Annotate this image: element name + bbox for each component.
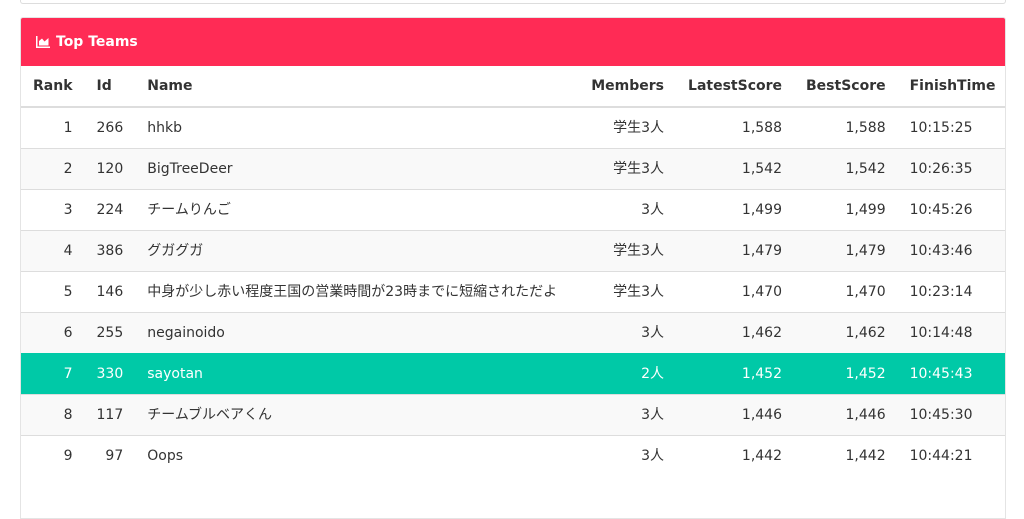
cell-best-score: 1,446	[794, 394, 898, 436]
area-chart-icon	[36, 36, 50, 48]
cell-rank: 1	[21, 106, 85, 149]
cell-finish-time: 10:44:21	[897, 435, 1005, 476]
cell-name: 中身が少し赤い程度王国の営業時間が23時までに短縮されただよ	[135, 271, 580, 313]
cell-name: チームりんご	[135, 189, 580, 231]
cell-finish-time: 10:45:43	[897, 353, 1005, 395]
cell-best-score: 1,588	[794, 106, 898, 149]
team-name: 中身が少し赤い程度王国の営業時間が23時までに短縮されただよ	[147, 284, 558, 300]
team-name: sayotan	[147, 366, 203, 382]
cell-name: sayotan	[135, 353, 580, 395]
cell-finish-time: 10:15:25	[897, 106, 1005, 149]
cell-id: 146	[84, 271, 136, 313]
cell-latest-score: 1,479	[676, 230, 795, 272]
table-row: 6 255 negainoido 3人 1,462 1,462 10:14:48	[21, 312, 1005, 354]
cell-name: negainoido	[135, 312, 580, 354]
cell-rank: 5	[21, 271, 85, 313]
team-name: BigTreeDeer	[147, 161, 233, 177]
cell-latest-score: 1,446	[676, 394, 795, 436]
cell-best-score: 1,462	[794, 312, 898, 354]
header-best-score: BestScore	[794, 66, 898, 108]
previous-panel-edge	[20, 0, 1006, 4]
header-name: Name	[135, 66, 580, 108]
table-row: 4 386 グガグガ 学生3人 1,479 1,479 10:43:46	[21, 230, 1005, 272]
cell-best-score: 1,470	[794, 271, 898, 313]
panel-heading: Top Teams	[21, 18, 1005, 66]
cell-name: Oops	[135, 435, 580, 476]
header-id: Id	[84, 66, 136, 108]
cell-rank: 2	[21, 148, 85, 190]
table-row: 3 224 チームりんご 3人 1,499 1,499 10:45:26	[21, 189, 1005, 231]
cell-members: 3人	[579, 394, 677, 436]
cell-best-score: 1,542	[794, 148, 898, 190]
cell-latest-score: 1,462	[676, 312, 795, 354]
table-header-row: Rank Id Name Members LatestScore BestSco…	[21, 66, 1005, 108]
cell-name: hhkb	[135, 106, 580, 149]
header-latest-score: LatestScore	[676, 66, 795, 108]
cell-best-score: 1,479	[794, 230, 898, 272]
cell-latest-score: 1,542	[676, 148, 795, 190]
cell-id: 117	[84, 394, 136, 436]
table-row: 8 117 チームブルベアくん 3人 1,446 1,446 10:45:30	[21, 394, 1005, 436]
table-row: 1 266 hhkb 学生3人 1,588 1,588 10:15:25	[21, 106, 1005, 149]
cell-name: チームブルベアくん	[135, 394, 580, 436]
header-finish-time: FinishTime	[897, 66, 1005, 108]
cell-id: 97	[84, 435, 136, 476]
cell-rank: 7	[21, 353, 85, 395]
cell-name: BigTreeDeer	[135, 148, 580, 190]
header-members: Members	[579, 66, 677, 108]
cell-finish-time: 10:45:30	[897, 394, 1005, 436]
cell-latest-score: 1,499	[676, 189, 795, 231]
cell-rank: 3	[21, 189, 85, 231]
cell-members: 3人	[579, 189, 677, 231]
cell-id: 120	[84, 148, 136, 190]
cell-best-score: 1,499	[794, 189, 898, 231]
cell-id: 266	[84, 106, 136, 149]
cell-rank: 6	[21, 312, 85, 354]
cell-finish-time: 10:45:26	[897, 189, 1005, 231]
cell-members: 2人	[579, 353, 677, 395]
panel-title: Top Teams	[56, 34, 138, 50]
team-name: hhkb	[147, 120, 182, 136]
cell-latest-score: 1,442	[676, 435, 795, 476]
table-row: 7 330 sayotan 2人 1,452 1,452 10:45:43	[21, 353, 1005, 395]
cell-rank: 9	[21, 435, 85, 476]
header-rank: Rank	[21, 66, 85, 108]
team-name: negainoido	[147, 325, 225, 341]
cell-latest-score: 1,470	[676, 271, 795, 313]
cell-id: 330	[84, 353, 136, 395]
cell-finish-time: 10:43:46	[897, 230, 1005, 272]
cell-rank: 8	[21, 394, 85, 436]
cell-finish-time: 10:14:48	[897, 312, 1005, 354]
table-row: 9 97 Oops 3人 1,442 1,442 10:44:21	[21, 435, 1005, 476]
cell-latest-score: 1,452	[676, 353, 795, 395]
cell-id: 386	[84, 230, 136, 272]
team-name: グガグガ	[147, 243, 204, 259]
team-name: チームりんご	[147, 202, 231, 218]
cell-members: 学生3人	[579, 148, 677, 190]
cell-members: 3人	[579, 435, 677, 476]
cell-members: 学生3人	[579, 230, 677, 272]
cell-latest-score: 1,588	[676, 106, 795, 149]
cell-best-score: 1,442	[794, 435, 898, 476]
cell-members: 学生3人	[579, 106, 677, 149]
table-row: 2 120 BigTreeDeer 学生3人 1,542 1,542 10:26:35	[21, 148, 1005, 190]
table-row: 5 146 中身が少し赤い程度王国の営業時間が23時までに短縮されただよ 学生3人 1,…	[21, 271, 1005, 313]
team-name: Oops	[147, 448, 184, 464]
top-teams-panel: Top Teams Rank Id Name Members LatestSco…	[20, 17, 1006, 519]
cell-id: 224	[84, 189, 136, 231]
cell-id: 255	[84, 312, 136, 354]
cell-members: 3人	[579, 312, 677, 354]
cell-finish-time: 10:26:35	[897, 148, 1005, 190]
cell-name: グガグガ	[135, 230, 580, 272]
team-name: チームブルベアくん	[147, 407, 272, 423]
cell-best-score: 1,452	[794, 353, 898, 395]
cell-members: 学生3人	[579, 271, 677, 313]
cell-finish-time: 10:23:14	[897, 271, 1005, 313]
ranking-table: Rank Id Name Members LatestScore BestSco…	[21, 66, 1005, 476]
cell-rank: 4	[21, 230, 85, 272]
